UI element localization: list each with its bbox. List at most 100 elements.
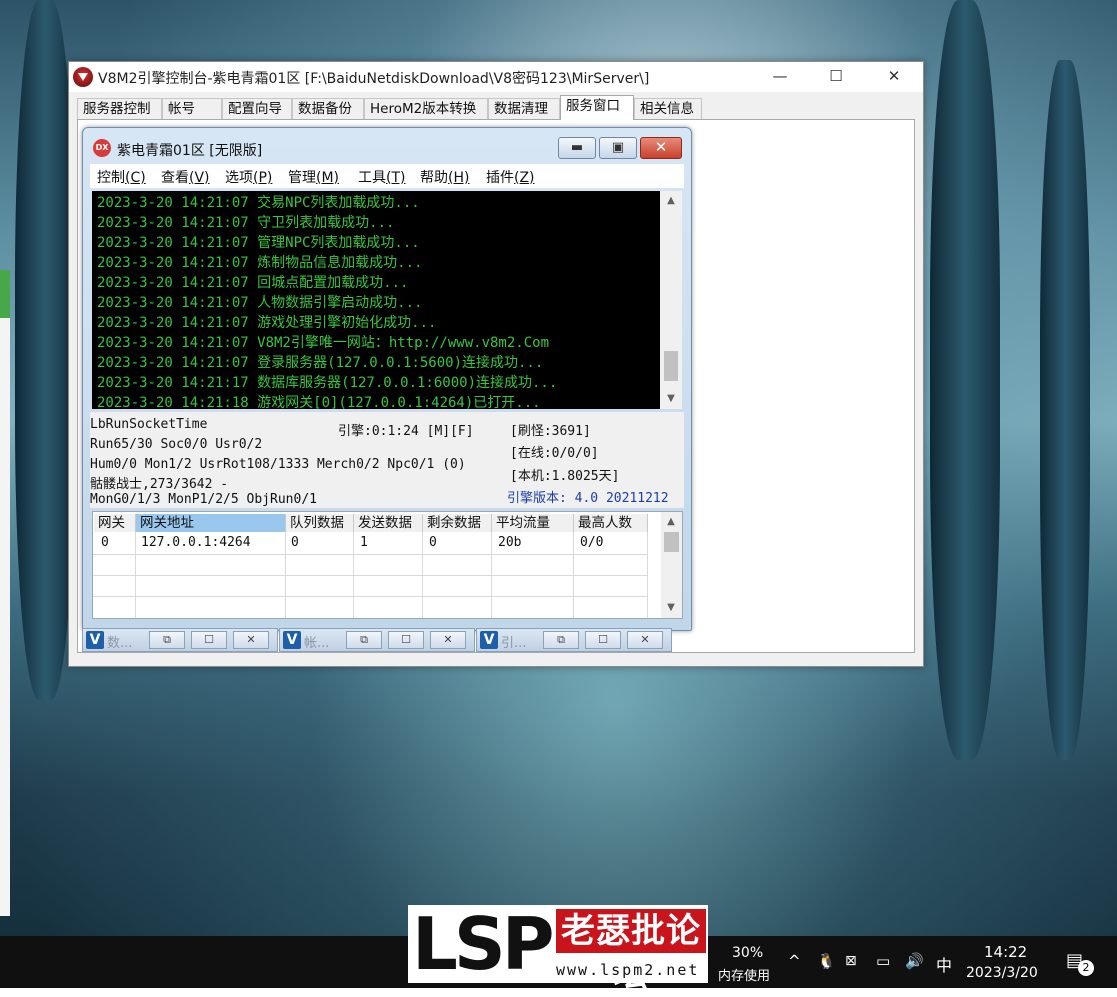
row-divider [93,596,648,597]
log-line: 2023-3-20 14:21:07 管理NPC列表加载成功... [97,235,420,251]
close-icon[interactable]: ✕ [627,631,663,649]
column-header[interactable]: 队列数据 [286,514,354,532]
status-panel: LbRunSocketTime 引擎:0:1:24 [M][F] [刷怪:369… [90,412,684,508]
log-line: 2023-3-20 14:21:18 游戏网关[0](127.0.0.1:426… [97,395,541,409]
side-panel-accent [0,270,10,318]
child-restore-button[interactable]: ▣ [599,137,637,159]
network-disconnected-icon[interactable]: ⊠ [845,953,857,969]
ime-indicator[interactable]: 中 [936,952,952,976]
minimized-window[interactable]: V 数... ⧉ ☐ ✕ [82,628,278,652]
log-line: 2023-3-20 14:21:17 数据库服务器(127.0.0.1:6000… [97,375,558,391]
v8-app-icon: V [86,631,104,649]
minimize-button[interactable]: — [757,62,803,92]
column-header[interactable]: 剩余数据 [423,514,492,532]
cell-queue-data: 0 [291,535,299,550]
minimized-window-label: 数... [107,636,133,651]
tab-data-cleanup[interactable]: 数据清理 [488,98,560,119]
menu-help[interactable]: 帮助(H) [420,167,469,187]
minimized-window[interactable]: V 引... ⧉ ☐ ✕ [476,628,672,652]
column-divider [647,532,648,618]
menu-control[interactable]: 控制(C) [97,167,146,187]
minimized-window[interactable]: V 帐... ⧉ ☐ ✕ [279,628,475,652]
tab-about[interactable]: 相关信息 [634,98,702,119]
log-line: 2023-3-20 14:21:07 游戏处理引擎初始化成功... [97,315,437,331]
menu-manage[interactable]: 管理(M) [288,167,339,187]
table-scrollbar[interactable]: ▲ ▼ [661,512,682,618]
close-button[interactable]: ✕ [871,62,917,92]
child-window-title: 紫电青霜01区 [无限版] [117,143,263,159]
volume-icon[interactable]: 🔊 [905,952,924,970]
log-line: 2023-3-20 14:21:07 炼制物品信息加载成功... [97,255,423,271]
title-bar[interactable]: V8M2引擎控制台-紫电青霜01区 [F:\BaiduNetdiskDownlo… [69,62,923,92]
menu-view[interactable]: 查看(V) [161,167,210,187]
log-scroll-thumb[interactable] [664,351,678,381]
chevron-up-icon[interactable]: ▲ [661,514,681,530]
mon-run-stats: MonG0/1/3 MonP1/2/5 ObjRun0/1 [90,492,317,507]
qq-icon[interactable]: 🐧 [817,952,836,970]
server-log[interactable]: 2023-3-20 14:21:07 交易NPC列表加载成功... 2023-3… [92,191,660,409]
display-icon[interactable]: ▭ [876,952,890,970]
cell-gateway: 0 [101,535,109,550]
menu-tools[interactable]: 工具(T) [358,167,405,187]
child-title-bar[interactable]: DX 紫电青霜01区 [无限版] ▬ ▣ ✕ [83,128,691,162]
clock-date[interactable]: 2023/3/20 [966,965,1038,981]
restore-icon[interactable]: ⧉ [346,631,382,649]
row-divider [93,554,648,555]
gateway-table[interactable]: 网关 网关地址 队列数据 发送数据 剩余数据 平均流量 最高人数 0 127.0… [92,511,683,619]
tab-account[interactable]: 帐号 [162,98,222,119]
v8-app-icon: V [480,631,498,649]
tree-trunk [930,0,1000,760]
log-line: 2023-3-20 14:21:07 V8M2引擎唯一网站：http://www… [97,335,550,351]
chevron-down-icon[interactable]: ▼ [661,391,681,407]
local-uptime: [本机:1.8025天] [510,469,620,484]
menu-bar: 控制(C) 查看(V) 选项(P) 管理(M) 工具(T) 帮助(H) 插件(Z… [90,164,684,188]
maximize-icon[interactable]: ☐ [388,631,424,649]
dx-app-icon: DX [93,139,111,157]
log-scrollbar[interactable]: ▲ ▼ [660,191,682,409]
close-icon[interactable]: ✕ [233,631,269,649]
chevron-up-icon[interactable]: ▲ [661,193,681,209]
row-divider [93,575,648,576]
maximize-button[interactable]: ☐ [813,62,859,92]
restore-icon[interactable]: ⧉ [149,631,185,649]
side-panel-edge [0,270,10,916]
tab-herom2-convert[interactable]: HeroM2版本转换 [364,98,488,119]
close-icon[interactable]: ✕ [430,631,466,649]
column-header[interactable]: 最高人数 [574,514,648,532]
restore-icon[interactable]: ⧉ [543,631,579,649]
child-close-button[interactable]: ✕ [640,137,682,159]
child-minimize-button[interactable]: ▬ [558,137,596,159]
column-header[interactable]: 网关 [94,514,136,532]
watermark-forum-name: 老瑟批论坛 [556,909,706,995]
engine-uptime: 引擎:0:1:24 [M][F] [338,424,474,439]
chevron-down-icon[interactable]: ▼ [661,600,681,616]
v8m2-logo-icon [73,67,93,87]
online-count: [在线:0/0/0] [510,446,599,461]
tab-config-wizard[interactable]: 配置向导 [222,98,292,119]
tab-server-control[interactable]: 服务器控制 [77,98,162,119]
cell-gateway-address: 127.0.0.1:4264 [141,535,251,550]
clock-time[interactable]: 14:22 [984,943,1027,961]
maximize-icon[interactable]: ☐ [585,631,621,649]
tab-data-backup[interactable]: 数据备份 [292,98,364,119]
maximize-icon[interactable]: ☐ [191,631,227,649]
log-line: 2023-3-20 14:21:07 交易NPC列表加载成功... [97,195,420,211]
engine-version: 引擎版本: 4.0 20211212 [507,491,669,506]
monster-stats: 骷髅战士,273/3642 - [90,477,229,492]
menu-plugins[interactable]: 插件(Z) [486,167,535,187]
table-scroll-thumb[interactable] [664,532,679,552]
watermark-logo: LSP [412,902,555,986]
hum-stats: Hum0/0 Mon1/2 UsrRot108/1333 Merch0/2 Np… [90,457,466,472]
cell-send-data: 1 [360,535,368,550]
log-line: 2023-3-20 14:21:07 登录服务器(127.0.0.1:5600)… [97,355,544,371]
minimized-window-label: 引... [501,636,527,651]
tab-service-window[interactable]: 服务窗口 [560,95,634,120]
chevron-up-icon[interactable]: ^ [788,952,801,970]
column-header[interactable]: 网关地址 [136,514,286,532]
menu-options[interactable]: 选项(P) [225,167,272,187]
column-header[interactable]: 发送数据 [354,514,423,532]
column-header[interactable]: 平均流量 [492,514,574,532]
log-line: 2023-3-20 14:21:07 回城点配置加载成功... [97,275,409,291]
run-stats: Run65/30 Soc0/0 Usr0/2 [90,437,263,452]
watermark-url: www.lspm2.net [556,961,700,979]
